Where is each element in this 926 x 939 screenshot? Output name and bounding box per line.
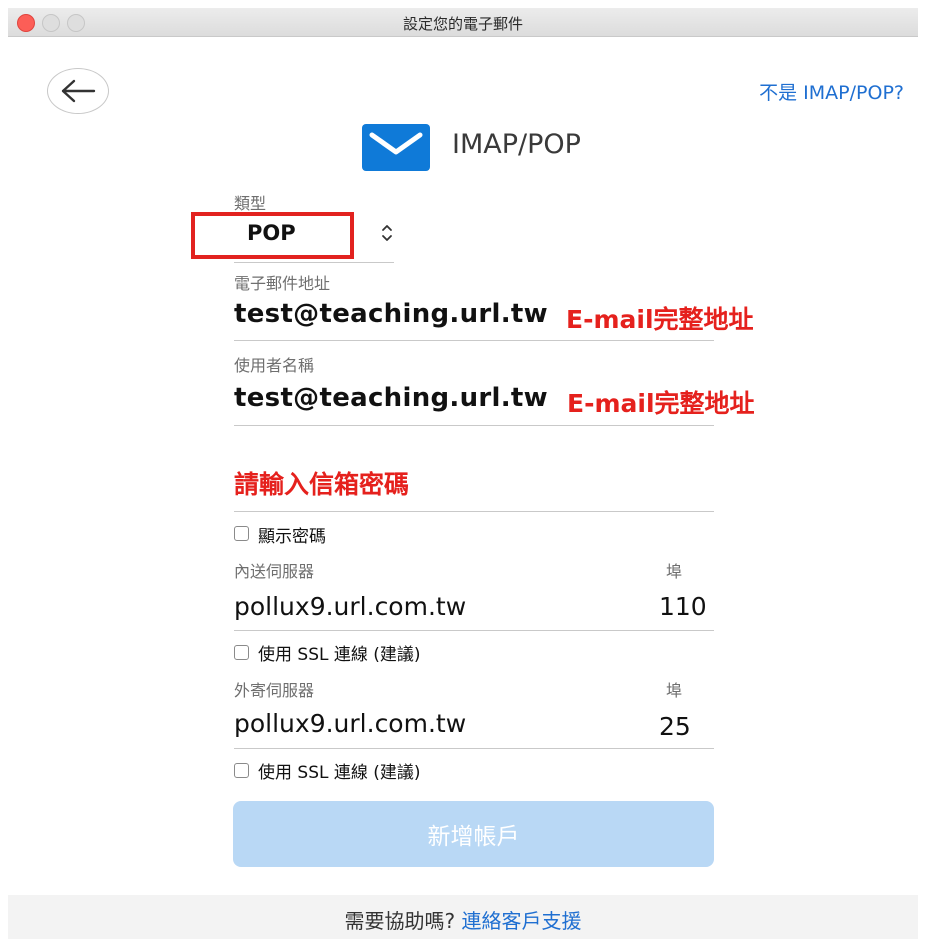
incoming-port-field[interactable]: 110 [659,592,707,621]
password-underline [234,511,714,512]
page-title: IMAP/POP [452,129,581,160]
incoming-server-field[interactable]: pollux9.url.com.tw [234,592,466,621]
email-annotation: E-mail完整地址 [566,305,754,334]
not-imap-pop-link[interactable]: 不是 IMAP/POP? [759,78,904,105]
email-label: 電子郵件地址 [234,274,331,293]
username-label: 使用者名稱 [234,356,315,375]
window-title: 設定您的電子郵件 [402,15,523,33]
username-annotation: E-mail完整地址 [567,389,755,418]
type-label: 類型 [234,194,267,213]
chevron-updown-icon[interactable] [381,222,393,244]
outgoing-underline [234,748,714,749]
email-underline [234,340,714,341]
password-field[interactable]: 請輸入信箱密碼 [234,465,409,501]
outgoing-ssl-label: 使用 SSL 連線 (建議) [258,763,421,783]
help-line: 需要協助嗎? 連絡客戶支援 [8,905,918,934]
arrow-left-icon [61,79,96,103]
incoming-ssl-checkbox[interactable] [234,645,249,660]
outgoing-server-field[interactable]: pollux9.url.com.tw [234,709,466,738]
back-button[interactable] [47,68,109,114]
show-password-label: 顯示密碼 [258,527,326,547]
outgoing-port-label: 埠 [666,681,683,700]
add-account-button[interactable]: 新增帳戶 [233,801,714,867]
contact-support-link[interactable]: 連絡客戶支援 [461,909,581,933]
outgoing-ssl-checkbox[interactable] [234,763,249,778]
help-text: 需要協助嗎? [344,909,456,933]
incoming-port-label: 埠 [666,562,683,581]
window-titlebar: 設定您的電子郵件 [8,8,918,37]
type-select[interactable]: POP [247,221,296,245]
outgoing-port-field[interactable]: 25 [659,712,691,741]
mail-envelope-icon [362,124,430,171]
show-password-checkbox[interactable] [234,526,249,541]
outgoing-server-label: 外寄伺服器 [234,681,315,700]
incoming-server-label: 內送伺服器 [234,562,315,581]
incoming-ssl-label: 使用 SSL 連線 (建議) [258,645,421,665]
incoming-underline [234,630,714,631]
username-field[interactable]: test@teaching.url.tw [234,383,548,413]
type-underline [234,262,394,263]
footer: 需要協助嗎? 連絡客戶支援 [8,895,918,939]
username-underline [234,425,714,426]
email-field[interactable]: test@teaching.url.tw [234,299,548,329]
